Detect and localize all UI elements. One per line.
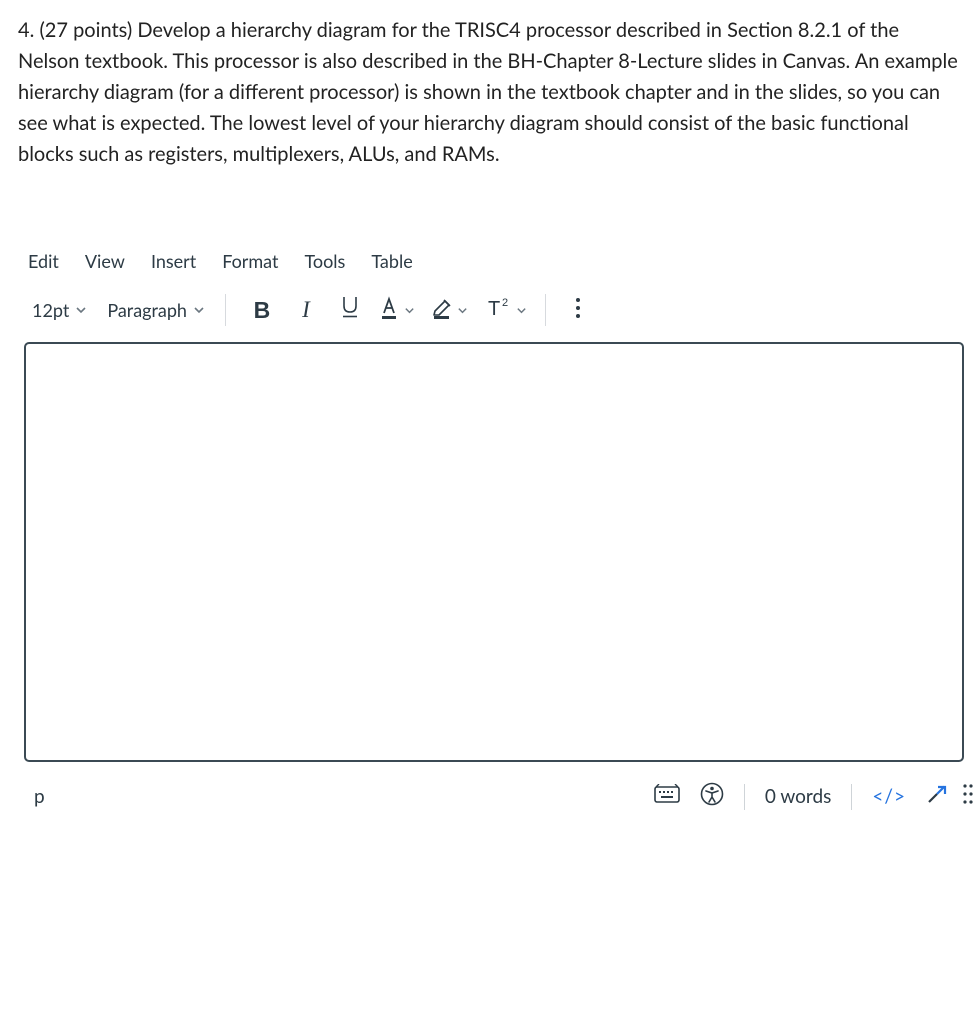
block-format-label: Paragraph: [107, 299, 187, 321]
keyboard-icon: [654, 784, 680, 809]
statusbar: p: [28, 782, 974, 811]
underline-button[interactable]: [328, 290, 372, 330]
chevron-down-icon: [516, 305, 527, 316]
bold-button[interactable]: B: [240, 290, 284, 330]
menu-format[interactable]: Format: [222, 250, 278, 272]
menu-view[interactable]: View: [85, 250, 125, 272]
font-size-label: 12pt: [32, 299, 69, 321]
chevron-down-icon: [457, 305, 468, 316]
status-divider: [744, 784, 745, 810]
chevron-down-icon: [193, 304, 205, 316]
svg-text:2: 2: [502, 297, 508, 309]
drag-handle-icon: [962, 783, 974, 810]
html-view-label: </>: [872, 785, 906, 808]
menubar: Edit View Insert Format Tools Table: [28, 250, 961, 272]
editor-content-area[interactable]: [24, 342, 964, 762]
status-divider: [851, 784, 852, 810]
rich-text-editor: Edit View Insert Format Tools Table 12pt…: [18, 250, 961, 811]
toolbar-divider: [545, 294, 546, 326]
chevron-down-icon: [75, 304, 87, 316]
word-count[interactable]: 0 words: [765, 785, 831, 808]
accessibility-icon: [700, 782, 724, 811]
menu-table[interactable]: Table: [371, 250, 412, 272]
highlight-icon: [429, 295, 455, 325]
text-color-button[interactable]: [372, 295, 419, 325]
font-size-select[interactable]: 12pt: [28, 295, 95, 325]
toolbar: 12pt Paragraph B I: [28, 284, 961, 336]
superscript-button[interactable]: T 2: [480, 295, 531, 325]
underline-icon: [339, 294, 361, 326]
menu-tools[interactable]: Tools: [304, 250, 345, 272]
text-color-icon: [376, 295, 402, 325]
more-options-button[interactable]: [560, 297, 596, 323]
italic-button[interactable]: I: [284, 290, 328, 330]
element-path[interactable]: p: [28, 785, 45, 808]
menu-insert[interactable]: Insert: [151, 250, 196, 272]
block-format-select[interactable]: Paragraph: [95, 295, 211, 325]
superscript-icon: T 2: [484, 295, 514, 325]
resize-handle[interactable]: [962, 783, 974, 810]
html-view-button[interactable]: </>: [872, 785, 906, 808]
toolbar-divider: [225, 294, 226, 326]
highlight-color-button[interactable]: [425, 295, 472, 325]
kebab-icon: [575, 297, 581, 323]
accessibility-button[interactable]: [700, 782, 724, 811]
fullscreen-button[interactable]: [926, 783, 948, 810]
menu-edit[interactable]: Edit: [28, 250, 59, 272]
expand-icon: [926, 783, 948, 810]
question-text: 4. (27 points) Develop a hierarchy diagr…: [18, 15, 961, 170]
keyboard-shortcuts-button[interactable]: [654, 784, 680, 809]
word-count-label: 0 words: [765, 785, 831, 808]
chevron-down-icon: [404, 305, 415, 316]
svg-text:T: T: [488, 298, 500, 320]
